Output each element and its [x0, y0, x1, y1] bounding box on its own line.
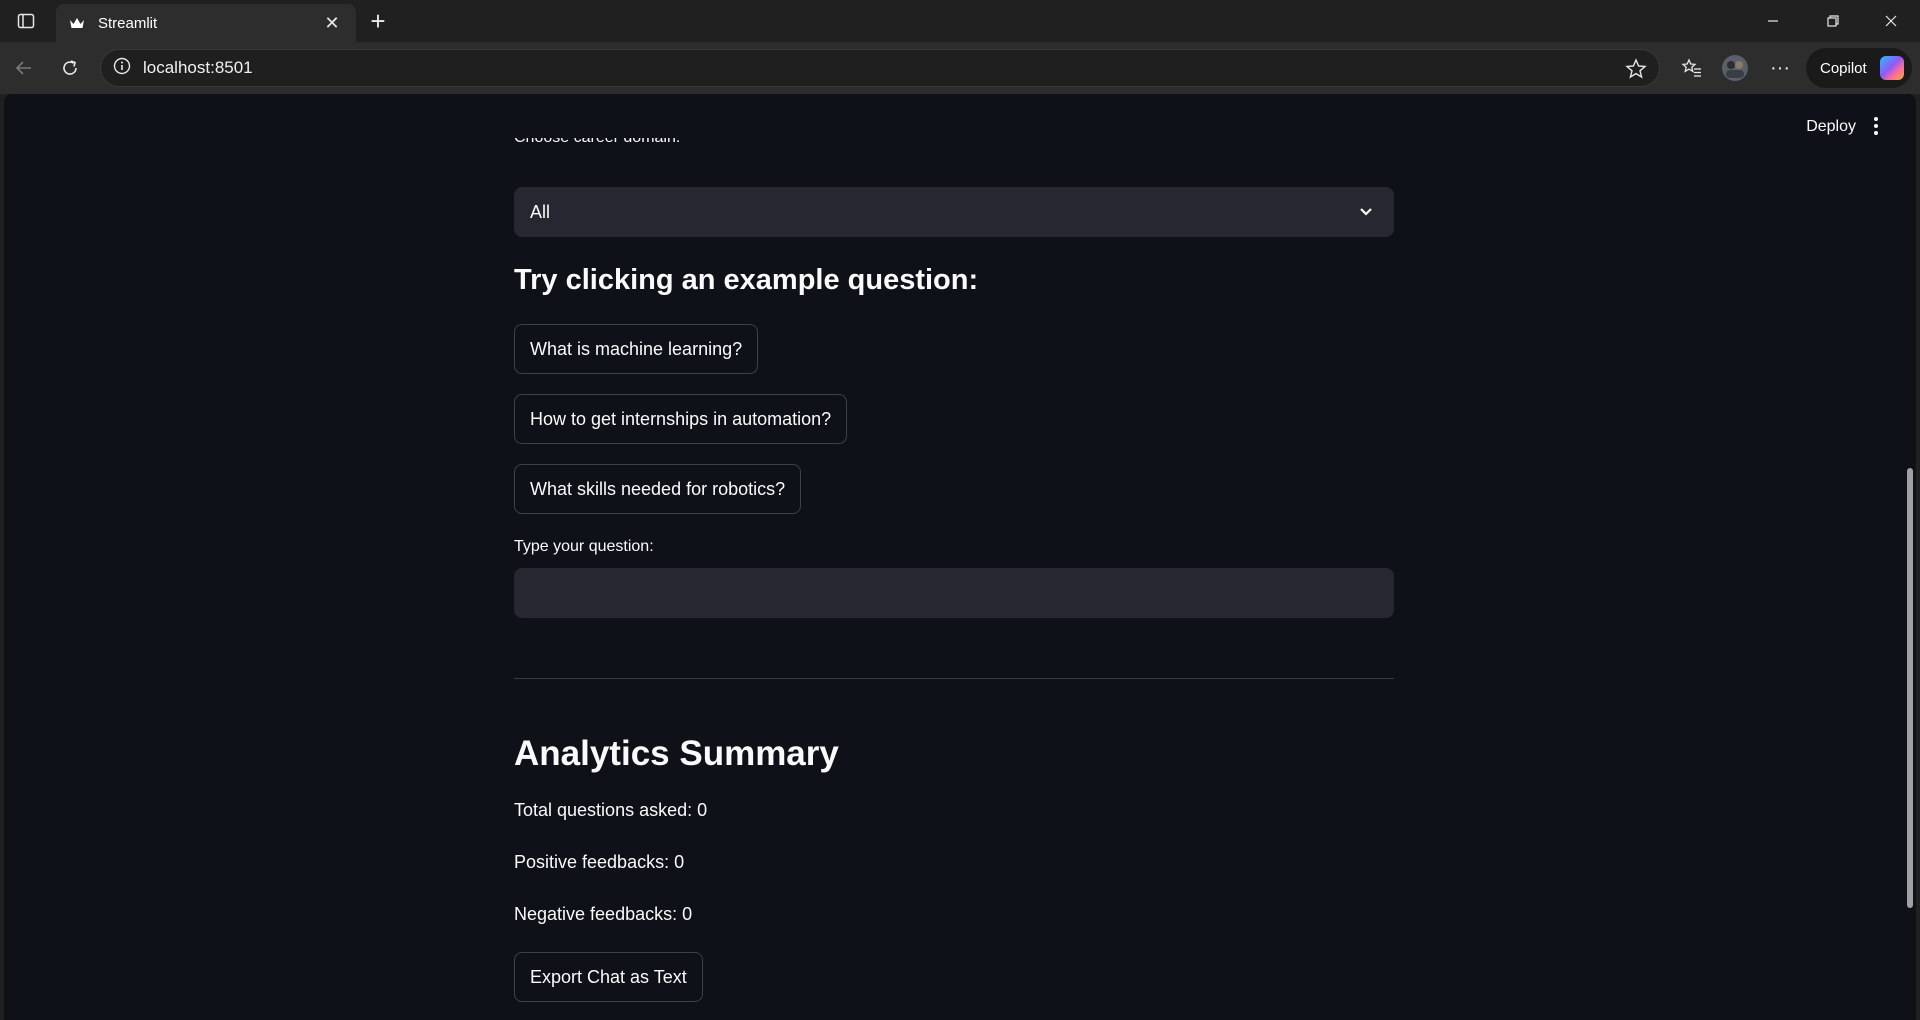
site-info-icon[interactable]	[113, 57, 131, 80]
positive-feedbacks-text: Positive feedbacks: 0	[514, 852, 685, 872]
negative-feedbacks-text: Negative feedbacks: 0	[514, 904, 693, 924]
back-arrow-icon[interactable]	[8, 52, 40, 84]
more-options-icon[interactable]: ···	[1764, 52, 1796, 84]
domain-select[interactable]: All	[514, 187, 1394, 237]
export-chat-button[interactable]: Export Chat as Text	[514, 952, 703, 1002]
profile-avatar[interactable]	[1719, 52, 1751, 84]
domain-label: Choose career domain:	[514, 138, 680, 148]
streamlit-crown-icon	[68, 14, 86, 32]
browser-toolbar: localhost:8501 ··· Copilot	[0, 42, 1920, 94]
minimize-icon[interactable]	[1750, 6, 1796, 36]
total-questions-text: Total questions asked: 0	[514, 800, 708, 820]
tab-title: Streamlit	[98, 14, 158, 32]
close-window-icon[interactable]	[1868, 6, 1914, 36]
scrollbar[interactable]	[1904, 94, 1916, 1020]
close-tab-icon[interactable]: ✕	[320, 13, 344, 34]
example-question-button[interactable]: How to get internships in automation?	[514, 394, 848, 444]
example-question-button[interactable]: What is machine learning?	[514, 324, 759, 374]
question-input[interactable]	[514, 568, 1394, 618]
url-text: localhost:8501	[143, 58, 253, 77]
copilot-button[interactable]: Copilot	[1806, 48, 1912, 88]
favorite-star-icon[interactable]	[1625, 58, 1647, 85]
chevron-down-icon	[1358, 203, 1374, 224]
address-bar[interactable]: localhost:8501	[100, 49, 1660, 87]
restore-icon[interactable]	[1810, 6, 1856, 36]
question-label: Type your question:	[514, 538, 654, 555]
examples-heading: Try clicking an example question:	[514, 264, 979, 296]
main-menu-icon[interactable]	[1864, 114, 1888, 138]
favorites-icon[interactable]	[1676, 52, 1708, 84]
analytics-heading: Analytics Summary	[514, 734, 839, 773]
new-tab-icon[interactable]: +	[364, 8, 392, 36]
browser-tab[interactable]: Streamlit ✕	[56, 4, 356, 42]
tab-actions-icon[interactable]	[10, 9, 42, 33]
copilot-label: Copilot	[1820, 59, 1867, 77]
domain-selected-value: All	[530, 201, 551, 222]
scroll-thumb[interactable]	[1907, 468, 1913, 908]
streamlit-app: Deploy Choose career domain: All Try cli…	[4, 94, 1916, 1020]
copilot-icon	[1880, 56, 1904, 80]
reload-icon[interactable]	[54, 52, 86, 84]
divider	[514, 678, 1394, 679]
browser-tab-bar: Streamlit ✕ +	[0, 0, 1920, 42]
example-question-button[interactable]: What skills needed for robotics?	[514, 464, 802, 514]
deploy-button[interactable]: Deploy	[1806, 118, 1856, 136]
